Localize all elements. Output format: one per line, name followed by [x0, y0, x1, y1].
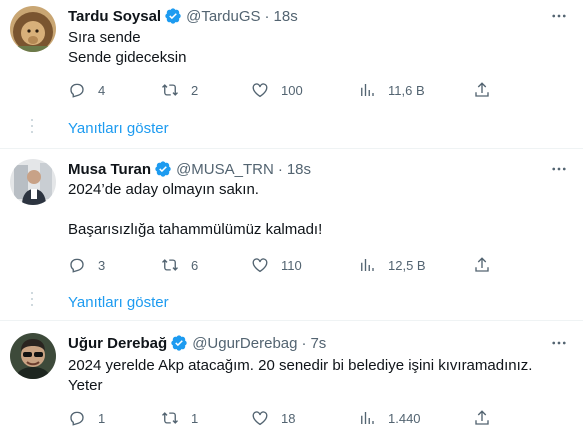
- share-icon: [475, 257, 489, 272]
- retweet-icon: [162, 412, 178, 424]
- show-replies-link[interactable]: Yanıtları göster: [68, 120, 169, 137]
- retweet-icon: [162, 259, 178, 271]
- share-button[interactable]: [473, 80, 491, 100]
- views-icon: [361, 84, 374, 96]
- view-count: 11,6 B: [388, 82, 425, 98]
- tweet-header: Tardu Soysal @TarduGS · 18s: [68, 6, 298, 26]
- reply-button[interactable]: 3: [68, 255, 105, 275]
- reply-count: 4: [98, 82, 106, 98]
- retweet-button[interactable]: 6: [161, 255, 198, 275]
- reply-count: 1: [98, 410, 106, 426]
- like-icon: [252, 258, 268, 273]
- views-button[interactable]: 12,5 B: [358, 255, 426, 275]
- like-button[interactable]: 110: [251, 255, 302, 275]
- like-icon: [252, 83, 268, 98]
- tweet-header: Musa Turan @MUSA_TRN · 18s: [68, 159, 311, 179]
- tweet-text: 2024’de aday olmayın sakın. Başarısızlığ…: [68, 181, 323, 238]
- retweet-icon: [162, 84, 178, 96]
- reply-count: 3: [98, 257, 106, 273]
- retweet-button[interactable]: 1: [161, 408, 198, 428]
- reply-icon: [70, 411, 84, 426]
- reply-button[interactable]: 4: [68, 80, 105, 100]
- author-name[interactable]: Tardu Soysal: [68, 8, 161, 25]
- like-button[interactable]: 100: [251, 80, 303, 100]
- verified-badge-icon: [170, 334, 188, 352]
- tweet-3[interactable]: Uğur Derebağ @UgurDerebag · 7s 2024 yere…: [0, 321, 583, 434]
- tweet-actions: 4 2 100 11,6 B: [68, 80, 498, 100]
- timestamp[interactable]: 18s: [274, 8, 298, 25]
- retweet-count: 6: [191, 257, 199, 273]
- share-icon: [475, 82, 489, 97]
- tweet-actions: 3 6 110 12,5 B: [68, 255, 498, 275]
- retweet-button[interactable]: 2: [161, 80, 198, 100]
- views-button[interactable]: 11,6 B: [358, 80, 425, 100]
- author-name[interactable]: Musa Turan: [68, 161, 151, 178]
- tweet-actions: 1 1 18 1.440: [68, 408, 498, 428]
- share-button[interactable]: [473, 408, 491, 428]
- timestamp[interactable]: 7s: [310, 335, 326, 352]
- views-button[interactable]: 1.440: [358, 408, 421, 428]
- avatar-musa-turan[interactable]: [10, 159, 56, 205]
- like-count: 110: [281, 257, 302, 273]
- reply-icon: [70, 83, 84, 98]
- share-button[interactable]: [473, 255, 491, 275]
- more-options-icon[interactable]: [549, 159, 569, 179]
- separator-dot: ·: [277, 160, 283, 178]
- timestamp[interactable]: 18s: [287, 161, 311, 178]
- thread-dots: [31, 119, 33, 137]
- author-handle[interactable]: @MUSA_TRN: [176, 161, 274, 178]
- like-count: 18: [281, 410, 296, 426]
- reply-button[interactable]: 1: [68, 408, 105, 428]
- retweet-count: 1: [191, 410, 199, 426]
- thread-dots: [31, 292, 33, 310]
- more-options-icon[interactable]: [549, 6, 569, 26]
- like-button[interactable]: 18: [251, 408, 295, 428]
- share-icon: [475, 410, 489, 425]
- view-count: 1.440: [388, 410, 421, 426]
- verified-badge-icon: [154, 160, 172, 178]
- avatar-ugur-derebag[interactable]: [10, 333, 56, 379]
- views-icon: [361, 412, 374, 424]
- author-name[interactable]: Uğur Derebağ: [68, 335, 167, 352]
- tweet-header: Uğur Derebağ @UgurDerebag · 7s: [68, 333, 326, 353]
- author-handle[interactable]: @TarduGS: [186, 8, 260, 25]
- show-replies-link[interactable]: Yanıtları göster: [68, 294, 169, 311]
- tweet-text: 2024 yerelde Akp atacağım. 20 senedir bi…: [68, 357, 533, 394]
- like-count: 100: [281, 82, 303, 98]
- view-count: 12,5 B: [388, 257, 426, 273]
- author-handle[interactable]: @UgurDerebag: [192, 335, 297, 352]
- separator-dot: ·: [301, 334, 307, 352]
- separator-dot: ·: [264, 7, 270, 25]
- views-icon: [361, 259, 374, 271]
- tweet-text: Sıra sende Sende gideceksin: [68, 29, 187, 66]
- avatar-tardu-soysal[interactable]: [10, 6, 56, 52]
- retweet-count: 2: [191, 82, 199, 98]
- verified-badge-icon: [164, 7, 182, 25]
- like-icon: [252, 411, 268, 426]
- reply-icon: [70, 258, 84, 273]
- tweet-2[interactable]: Musa Turan @MUSA_TRN · 18s 2024’de aday …: [0, 149, 583, 319]
- tweet-1[interactable]: Tardu Soysal @TarduGS · 18s Sıra sende S…: [0, 0, 583, 148]
- more-options-icon[interactable]: [549, 333, 569, 353]
